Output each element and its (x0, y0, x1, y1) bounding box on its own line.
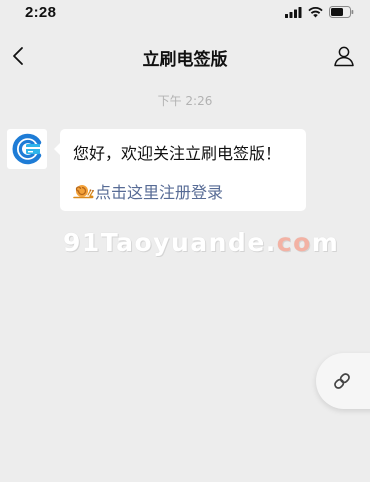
message-timestamp: 下午 2:26 (157, 94, 213, 108)
profile-button[interactable] (330, 42, 358, 70)
status-bar: 2:28 (0, 0, 370, 28)
signal-icon (285, 6, 302, 18)
link-floating-button[interactable] (316, 353, 370, 409)
snail-icon (73, 185, 94, 199)
status-icons (285, 6, 354, 18)
person-icon (334, 46, 354, 67)
watermark: 91Taoyuande.com (63, 228, 339, 257)
register-login-link-text: 点击这里注册登录 (95, 183, 224, 202)
nav-bar: 立刷电签版 (0, 36, 370, 76)
battery-icon (329, 6, 354, 18)
link-icon (334, 373, 350, 389)
avatar[interactable] (7, 129, 47, 169)
message-bubble: 您好，欢迎关注立刷电签版！ 点击这里注册登录 (54, 129, 306, 211)
message-text: 您好，欢迎关注立刷电签版！ (73, 144, 282, 163)
page-title: 立刷电签版 (142, 50, 228, 70)
watermark-accent: co (276, 228, 312, 257)
register-login-link[interactable]: 点击这里注册登录 (72, 179, 223, 203)
watermark-suffix: m (311, 228, 340, 257)
brand-logo-icon (12, 133, 42, 165)
status-time: 2:28 (25, 4, 57, 21)
wifi-icon (308, 6, 323, 17)
watermark-prefix: 91Taoyuande. (63, 228, 277, 257)
